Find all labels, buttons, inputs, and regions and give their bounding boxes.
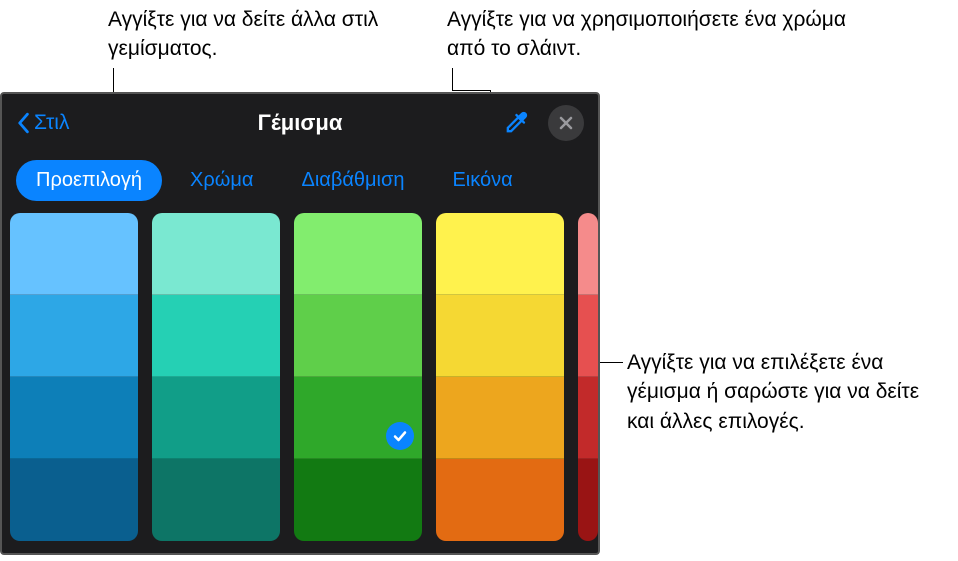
tab-gradient[interactable]: Διαβάθμιση: [281, 160, 424, 201]
header-actions: [502, 105, 584, 141]
color-swatch[interactable]: [10, 213, 138, 295]
back-button[interactable]: Στιλ: [16, 111, 69, 135]
swatch-column: [10, 213, 138, 541]
color-swatch[interactable]: [294, 377, 422, 459]
swatches-row: [10, 213, 598, 541]
color-swatch[interactable]: [294, 459, 422, 541]
checkmark-icon: [386, 422, 414, 450]
tab-preset[interactable]: Προεπιλογή: [16, 160, 162, 201]
color-swatch[interactable]: [436, 459, 564, 541]
color-swatch[interactable]: [10, 377, 138, 459]
tab-color[interactable]: Χρώμα: [170, 160, 273, 201]
swatches-container[interactable]: [2, 213, 598, 541]
fill-tabs: Προεπιλογή Χρώμα Διαβάθμιση Εικόνα: [2, 152, 598, 213]
color-swatch[interactable]: [578, 459, 598, 541]
color-swatch[interactable]: [10, 295, 138, 377]
back-label: Στιλ: [34, 111, 69, 135]
callout-line: [452, 90, 490, 91]
eyedropper-button[interactable]: [502, 109, 530, 137]
swatch-column: [578, 213, 598, 541]
panel-title: Γέμισμα: [258, 110, 343, 136]
callout-eyedropper: Αγγίξτε για να χρησιμοποιήσετε ένα χρώμα…: [447, 5, 867, 64]
color-swatch[interactable]: [436, 295, 564, 377]
callout-select-fill: Αγγίξτε για να επιλέξετε ένα γέμισμα ή σ…: [627, 348, 947, 436]
callout-fill-styles: Αγγίξτε για να δείτε άλλα στιλ γεμίσματο…: [108, 5, 428, 64]
callout-text: Αγγίξτε για να δείτε άλλα στιλ γεμίσματο…: [108, 8, 378, 60]
tab-image[interactable]: Εικόνα: [432, 160, 532, 201]
color-swatch[interactable]: [436, 213, 564, 295]
chevron-left-icon: [16, 112, 30, 134]
callout-text: Αγγίξτε για να χρησιμοποιήσετε ένα χρώμα…: [447, 8, 846, 60]
swatch-column: [294, 213, 422, 541]
swatch-column: [436, 213, 564, 541]
color-swatch[interactable]: [152, 213, 280, 295]
color-swatch[interactable]: [152, 377, 280, 459]
color-swatch[interactable]: [10, 459, 138, 541]
close-button[interactable]: [548, 105, 584, 141]
color-swatch[interactable]: [152, 459, 280, 541]
color-swatch[interactable]: [152, 295, 280, 377]
color-swatch[interactable]: [294, 213, 422, 295]
color-swatch[interactable]: [436, 377, 564, 459]
callout-line: [452, 68, 453, 90]
swatch-column: [152, 213, 280, 541]
fill-panel: Στιλ Γέμισμα Προεπιλογή Χρώμα Διαβάθμιση…: [0, 92, 600, 555]
color-swatch[interactable]: [578, 377, 598, 459]
callout-text: Αγγίξτε για να επιλέξετε ένα γέμισμα ή σ…: [627, 351, 919, 433]
color-swatch[interactable]: [578, 295, 598, 377]
panel-header: Στιλ Γέμισμα: [2, 94, 598, 152]
color-swatch[interactable]: [578, 213, 598, 295]
eyedropper-icon: [502, 109, 530, 137]
color-swatch[interactable]: [294, 295, 422, 377]
close-icon: [559, 116, 573, 130]
